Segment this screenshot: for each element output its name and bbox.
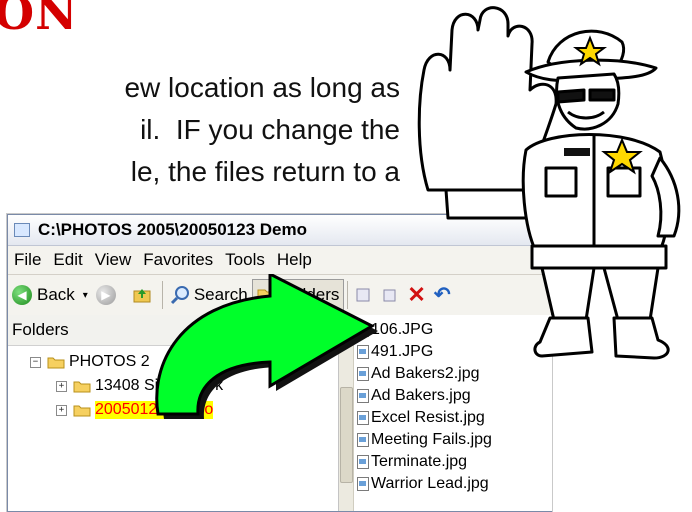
- forward-arrow-icon: ▶: [95, 285, 116, 305]
- file-item[interactable]: Warrior Lead.jpg: [357, 473, 492, 495]
- menu-favorites[interactable]: Favorites: [137, 250, 219, 270]
- move-arrow-icon: [155, 274, 378, 419]
- window-icon: [14, 223, 30, 237]
- file-name: Excel Resist.jpg: [371, 409, 485, 426]
- menu-edit[interactable]: Edit: [47, 250, 88, 270]
- menu-tools[interactable]: Tools: [219, 250, 271, 270]
- file-item[interactable]: Terminate.jpg: [357, 451, 492, 473]
- image-file-icon: [357, 455, 369, 469]
- slide-text-line-2: il. IF you change the: [140, 114, 400, 145]
- tree-item-label: PHOTOS 2: [69, 353, 150, 370]
- back-button[interactable]: ◀ Back ▾: [8, 280, 92, 310]
- menu-file[interactable]: File: [8, 250, 47, 270]
- slide-text-line-3: le, the files return to a: [130, 156, 400, 187]
- folder-icon: [47, 357, 65, 368]
- file-name: Warrior Lead.jpg: [371, 475, 489, 492]
- file-name: Ad Bakers.jpg: [371, 387, 471, 404]
- folder-icon: [73, 381, 91, 392]
- forward-button[interactable]: ▶: [92, 280, 125, 310]
- sheriff-stop-cartoon: [417, 6, 681, 360]
- file-name: Meeting Fails.jpg: [371, 431, 492, 448]
- folder-icon: [73, 405, 91, 416]
- menu-view[interactable]: View: [89, 250, 138, 270]
- window-title: C:\PHOTOS 2005\20050123 Demo: [38, 220, 307, 239]
- slide-title: ON: [0, 0, 79, 40]
- folders-pane-title: Folders: [12, 320, 69, 339]
- file-name: Terminate.jpg: [371, 453, 468, 470]
- copy-to-icon[interactable]: [381, 286, 399, 304]
- image-file-icon: [357, 477, 369, 491]
- tree-item-photos[interactable]: − PHOTOS 2: [30, 353, 150, 371]
- file-item[interactable]: Meeting Fails.jpg: [357, 429, 492, 451]
- expand-icon[interactable]: +: [56, 404, 67, 416]
- collapse-icon[interactable]: −: [30, 356, 41, 368]
- slide-text-line-1: ew location as long as: [124, 72, 400, 103]
- back-arrow-icon: ◀: [12, 285, 32, 305]
- menu-help[interactable]: Help: [271, 250, 318, 270]
- back-dropdown-icon[interactable]: ▾: [83, 290, 88, 301]
- image-file-icon: [357, 433, 369, 447]
- expand-icon[interactable]: +: [56, 380, 67, 392]
- back-button-label: Back: [37, 285, 75, 304]
